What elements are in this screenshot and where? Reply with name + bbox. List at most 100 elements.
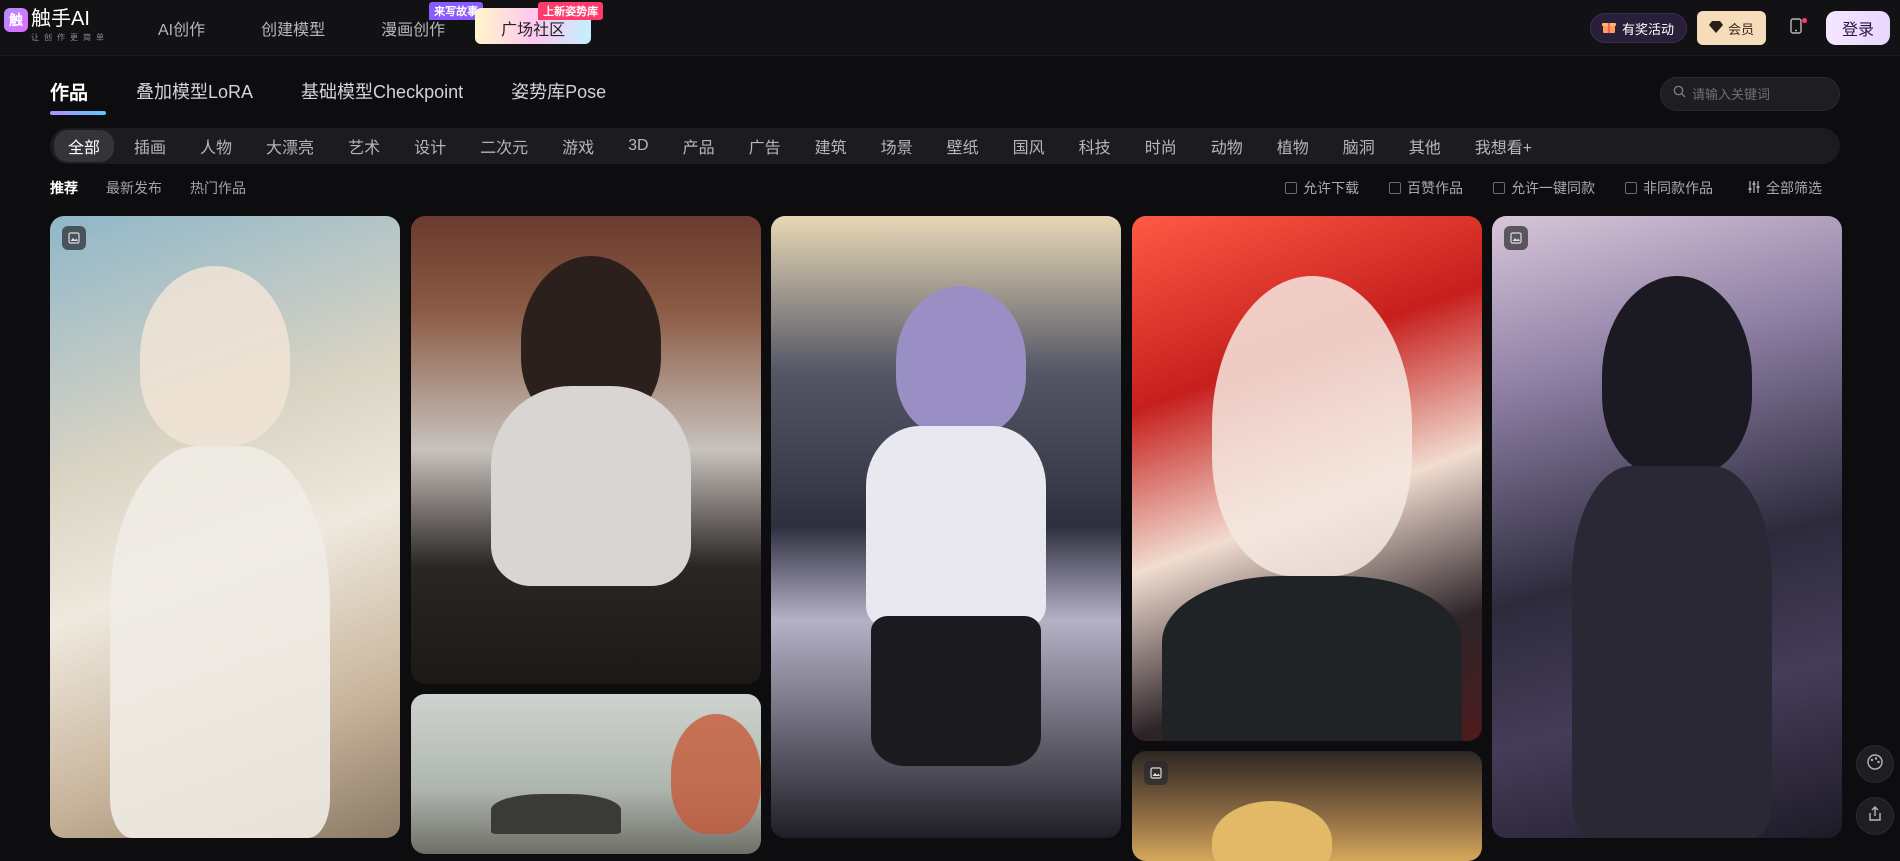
checkbox[interactable]: [1625, 182, 1637, 194]
sort-recommended[interactable]: 推荐: [50, 178, 78, 198]
image-icon: [62, 226, 86, 250]
sort-options: 推荐 最新发布 热门作品: [50, 178, 274, 198]
category-animal[interactable]: 动物: [1197, 130, 1257, 162]
checkbox[interactable]: [1493, 182, 1505, 194]
filter-hundred-likes[interactable]: 百赞作品: [1389, 178, 1463, 198]
category-art[interactable]: 艺术: [334, 130, 394, 162]
artwork-figure: [1162, 576, 1462, 741]
category-guofeng[interactable]: 国风: [999, 130, 1059, 162]
category-tech[interactable]: 科技: [1065, 130, 1125, 162]
diamond-icon: [1708, 20, 1723, 36]
share-button[interactable]: [1856, 797, 1894, 835]
artwork-figure: [1212, 801, 1332, 861]
artwork-figure: [896, 286, 1026, 436]
artwork-card[interactable]: [1492, 216, 1842, 838]
promo-activity-button[interactable]: 有奖活动: [1589, 13, 1687, 43]
top-navbar: 触 触手AI 让创作更简单 AI创作 创建模型 漫画创作 来写故事 广场社区 上…: [0, 0, 1900, 56]
filter-label: 非同款作品: [1643, 180, 1713, 196]
search-icon: [1673, 85, 1686, 103]
vip-label: 会员: [1727, 21, 1754, 37]
artwork-figure: [110, 446, 330, 838]
mobile-app-button[interactable]: [1784, 16, 1808, 40]
nav-comic-create[interactable]: 漫画创作 来写故事: [353, 0, 484, 56]
category-people[interactable]: 人物: [186, 130, 246, 162]
nav-create-model[interactable]: 创建模型: [233, 0, 353, 56]
checkbox[interactable]: [1389, 182, 1401, 194]
artwork-figure: [491, 386, 691, 586]
category-product[interactable]: 产品: [669, 130, 729, 162]
tab-pose[interactable]: 姿势库Pose: [511, 78, 606, 115]
category-wallpaper[interactable]: 壁纸: [933, 130, 993, 162]
notification-dot: [1801, 18, 1807, 23]
category-bar: 全部 插画 人物 大漂亮 艺术 设计 二次元 游戏 3D 产品 广告 建筑 场景…: [50, 128, 1840, 164]
artwork-figure: [140, 266, 290, 446]
artwork-card[interactable]: [50, 216, 400, 838]
filter-one-click-same[interactable]: 允许一键同款: [1493, 178, 1595, 198]
checkbox[interactable]: [1285, 182, 1297, 194]
sort-latest[interactable]: 最新发布: [106, 178, 162, 198]
brand-tagline: 让创作更简单: [31, 33, 109, 42]
tab-checkpoint[interactable]: 基础模型Checkpoint: [301, 78, 463, 115]
nav-community-square[interactable]: 广场社区 上新姿势库: [473, 0, 604, 56]
filter-non-same[interactable]: 非同款作品: [1625, 178, 1713, 198]
category-beauty[interactable]: 大漂亮: [252, 130, 328, 162]
artwork-card[interactable]: [771, 216, 1121, 838]
artwork-figure: [1572, 466, 1772, 838]
gift-icon: [1601, 19, 1617, 38]
category-scene[interactable]: 场景: [867, 130, 927, 162]
main-nav: AI创作 创建模型 漫画创作 来写故事 广场社区 上新姿势库: [130, 0, 604, 56]
category-fashion[interactable]: 时尚: [1131, 130, 1191, 162]
artwork-card[interactable]: [411, 216, 761, 684]
brand-logo[interactable]: 触 触手AI 让创作更简单: [4, 8, 109, 43]
category-all[interactable]: 全部: [54, 130, 115, 162]
nav-label: AI创作: [158, 22, 206, 39]
search-box: [1660, 77, 1840, 111]
filter-label: 允许下载: [1303, 180, 1359, 196]
artwork-gallery: [50, 216, 1842, 861]
category-other[interactable]: 其他: [1395, 130, 1455, 162]
nav-badge: 上新姿势库: [538, 2, 604, 20]
image-icon: [1144, 761, 1168, 785]
logo-mark-icon: 触: [4, 8, 28, 32]
artwork-figure: [1602, 276, 1752, 476]
tab-works[interactable]: 作品: [50, 78, 107, 115]
artwork-card[interactable]: [1132, 216, 1482, 741]
login-button[interactable]: 登录: [1825, 11, 1890, 45]
artwork-figure: [866, 426, 1046, 626]
category-want-see[interactable]: 我想看+: [1461, 130, 1546, 162]
phone-icon: [1790, 17, 1802, 39]
filter-label: 百赞作品: [1407, 180, 1463, 196]
category-ad[interactable]: 广告: [735, 130, 795, 162]
category-design[interactable]: 设计: [400, 130, 460, 162]
theme-button[interactable]: [1856, 745, 1894, 783]
category-illustration[interactable]: 插画: [120, 130, 180, 162]
category-imagination[interactable]: 脑洞: [1329, 130, 1389, 162]
filter-all-label: 全部筛选: [1766, 180, 1822, 196]
artwork-figure: [491, 794, 621, 834]
category-plant[interactable]: 植物: [1263, 130, 1323, 162]
nav-ai-create[interactable]: AI创作: [130, 0, 233, 56]
artwork-figure: [671, 714, 761, 834]
category-game[interactable]: 游戏: [548, 130, 608, 162]
filter-label: 允许一键同款: [1511, 180, 1595, 196]
image-icon: [1504, 226, 1528, 250]
search-input[interactable]: [1692, 86, 1832, 102]
filter-all-button[interactable]: 全部筛选: [1747, 178, 1822, 198]
palette-icon: [1866, 753, 1884, 776]
vip-button[interactable]: 会员: [1696, 11, 1766, 45]
filter-options: 允许下载 百赞作品 允许一键同款 非同款作品 全部筛选: [1255, 178, 1822, 198]
category-3d[interactable]: 3D: [614, 133, 662, 159]
artwork-card[interactable]: [1132, 751, 1482, 861]
sort-hot[interactable]: 热门作品: [190, 178, 246, 198]
brand-name: 触手AI: [31, 8, 90, 30]
artwork-figure: [1212, 276, 1412, 576]
promo-label: 有奖活动: [1621, 21, 1674, 37]
tab-lora[interactable]: 叠加模型LoRA: [136, 78, 253, 115]
category-anime[interactable]: 二次元: [466, 130, 542, 162]
nav-label: 创建模型: [261, 22, 326, 39]
filter-allow-download[interactable]: 允许下载: [1285, 178, 1359, 198]
category-architecture[interactable]: 建筑: [801, 130, 861, 162]
artwork-figure: [871, 616, 1041, 766]
artwork-card[interactable]: [411, 694, 761, 854]
share-icon: [1866, 805, 1884, 828]
